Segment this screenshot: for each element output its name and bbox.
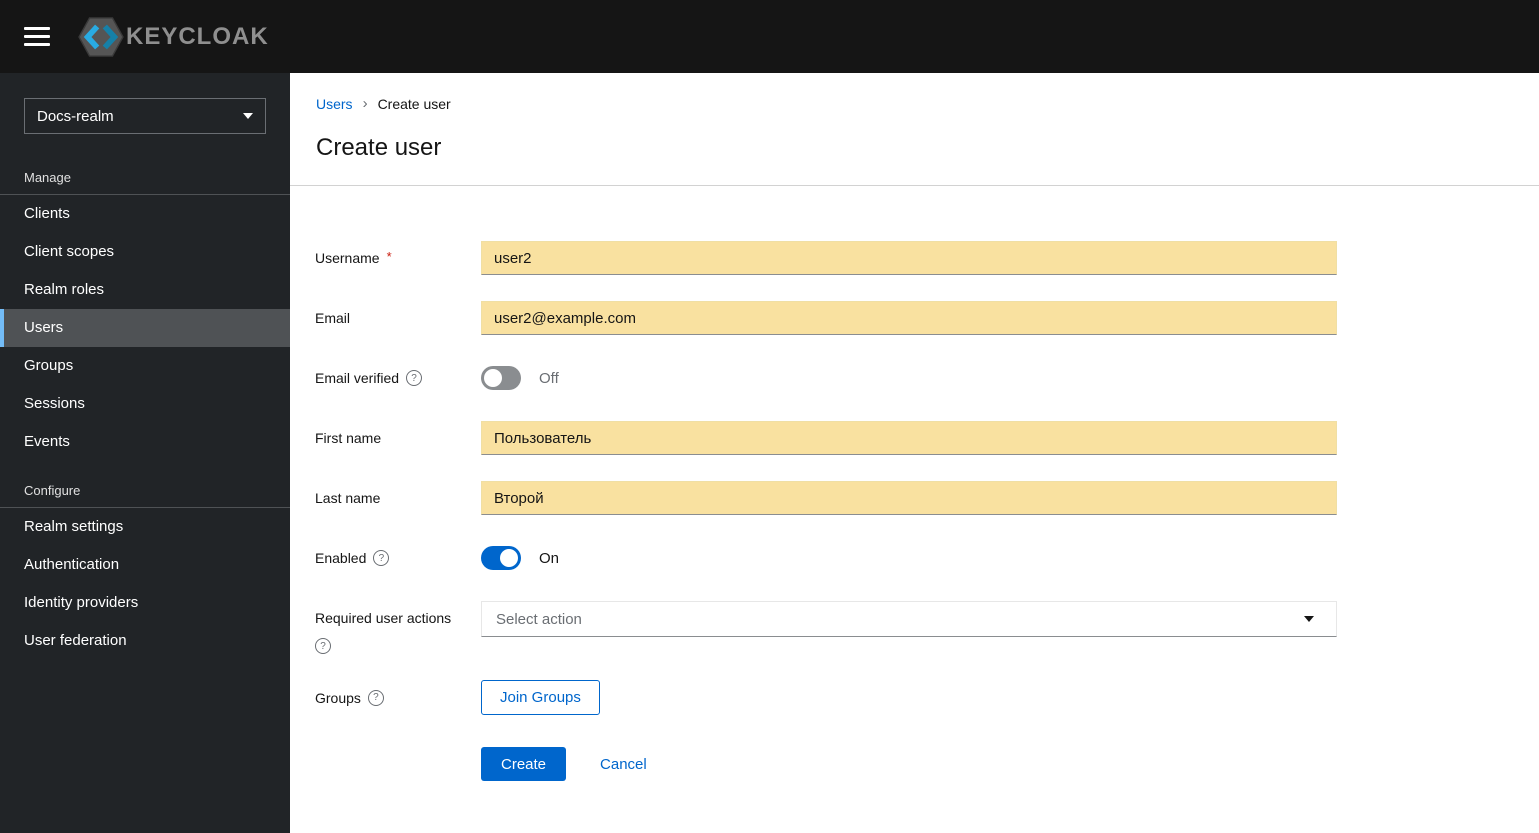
enabled-label: Enabled [315, 550, 481, 566]
form-row-last-name: Last name [315, 481, 1539, 515]
keycloak-hexagon-icon [78, 16, 124, 57]
form-row-username: Username * [315, 241, 1539, 275]
nav-section-configure: Configure Realm settings Authentication … [0, 483, 290, 660]
breadcrumb-current: Create user [377, 95, 451, 112]
nav-section-title-manage: Manage [24, 170, 71, 185]
chevron-down-icon [1304, 616, 1314, 622]
sidebar-item-client-scopes[interactable]: Client scopes [0, 233, 290, 271]
top-bar: KEYCLOAK [0, 0, 1539, 73]
sidebar-item-user-federation[interactable]: User federation [0, 622, 290, 660]
groups-label: Groups [315, 689, 481, 706]
required-indicator: * [386, 248, 392, 264]
enabled-toggle[interactable] [481, 546, 521, 570]
sidebar-item-sessions[interactable]: Sessions [0, 385, 290, 423]
keycloak-logo: KEYCLOAK [78, 16, 269, 58]
first-name-field[interactable] [481, 421, 1337, 455]
page-header: Users › Create user Create user [290, 73, 1539, 186]
breadcrumb-separator-icon: › [362, 95, 368, 112]
hamburger-menu-icon[interactable] [24, 27, 50, 46]
realm-selector[interactable]: Docs-realm [24, 98, 266, 134]
first-name-label: First name [315, 430, 382, 446]
enabled-toggle-wrap: On [481, 546, 1337, 570]
chevron-down-icon [243, 113, 253, 119]
create-user-form: Username * Email Email verified Off [290, 186, 1539, 781]
sidebar-nav: Docs-realm Manage Clients Client scopes … [0, 73, 290, 833]
email-field[interactable] [481, 301, 1337, 335]
sidebar-item-realm-settings[interactable]: Realm settings [0, 508, 290, 546]
help-icon[interactable] [315, 638, 331, 654]
help-icon[interactable] [367, 689, 384, 706]
breadcrumb: Users › Create user [316, 95, 1539, 112]
form-row-email-verified: Email verified Off [315, 361, 1539, 395]
required-user-actions-label: Required user actions [315, 601, 481, 654]
breadcrumb-link-users[interactable]: Users [316, 96, 353, 112]
form-row-groups: Groups Join Groups [315, 680, 1539, 715]
sidebar-item-realm-roles[interactable]: Realm roles [0, 271, 290, 309]
sidebar-item-users[interactable]: Users [0, 309, 290, 347]
sidebar-item-groups[interactable]: Groups [0, 347, 290, 385]
brand-text: KEYCLOAK [126, 22, 269, 50]
sidebar-item-identity-providers[interactable]: Identity providers [0, 584, 290, 622]
nav-section-title-configure: Configure [24, 483, 81, 498]
select-placeholder: Select action [496, 610, 582, 628]
create-button[interactable]: Create [481, 747, 567, 781]
email-label: Email [315, 310, 351, 326]
form-row-enabled: Enabled On [315, 541, 1539, 575]
email-verified-label: Email verified [315, 370, 481, 386]
last-name-field[interactable] [481, 481, 1337, 515]
email-verified-toggle[interactable] [481, 366, 521, 390]
sidebar-item-clients[interactable]: Clients [0, 195, 290, 233]
nav-section-manage: Manage Clients Client scopes Realm roles… [0, 170, 290, 461]
join-groups-button[interactable]: Join Groups [481, 680, 600, 715]
username-field[interactable] [481, 241, 1337, 275]
last-name-label: Last name [315, 490, 381, 506]
required-user-actions-select[interactable]: Select action [481, 601, 1337, 637]
sidebar-item-events[interactable]: Events [0, 423, 290, 461]
form-row-required-user-actions: Required user actions Select action [315, 601, 1539, 654]
realm-selector-value: Docs-realm [37, 107, 114, 125]
help-icon[interactable] [373, 550, 390, 566]
form-row-first-name: First name [315, 421, 1539, 455]
main-content: Users › Create user Create user Username… [290, 73, 1539, 833]
username-label: Username * [315, 248, 392, 267]
page-title: Create user [316, 134, 442, 161]
sidebar-item-authentication[interactable]: Authentication [0, 546, 290, 584]
form-actions: Create Cancel [315, 747, 1539, 781]
help-icon[interactable] [406, 370, 423, 386]
enabled-state: On [539, 549, 560, 567]
email-verified-toggle-wrap: Off [481, 366, 1337, 390]
email-verified-state: Off [539, 369, 559, 387]
form-row-email: Email [315, 301, 1539, 335]
cancel-link[interactable]: Cancel [600, 756, 647, 773]
